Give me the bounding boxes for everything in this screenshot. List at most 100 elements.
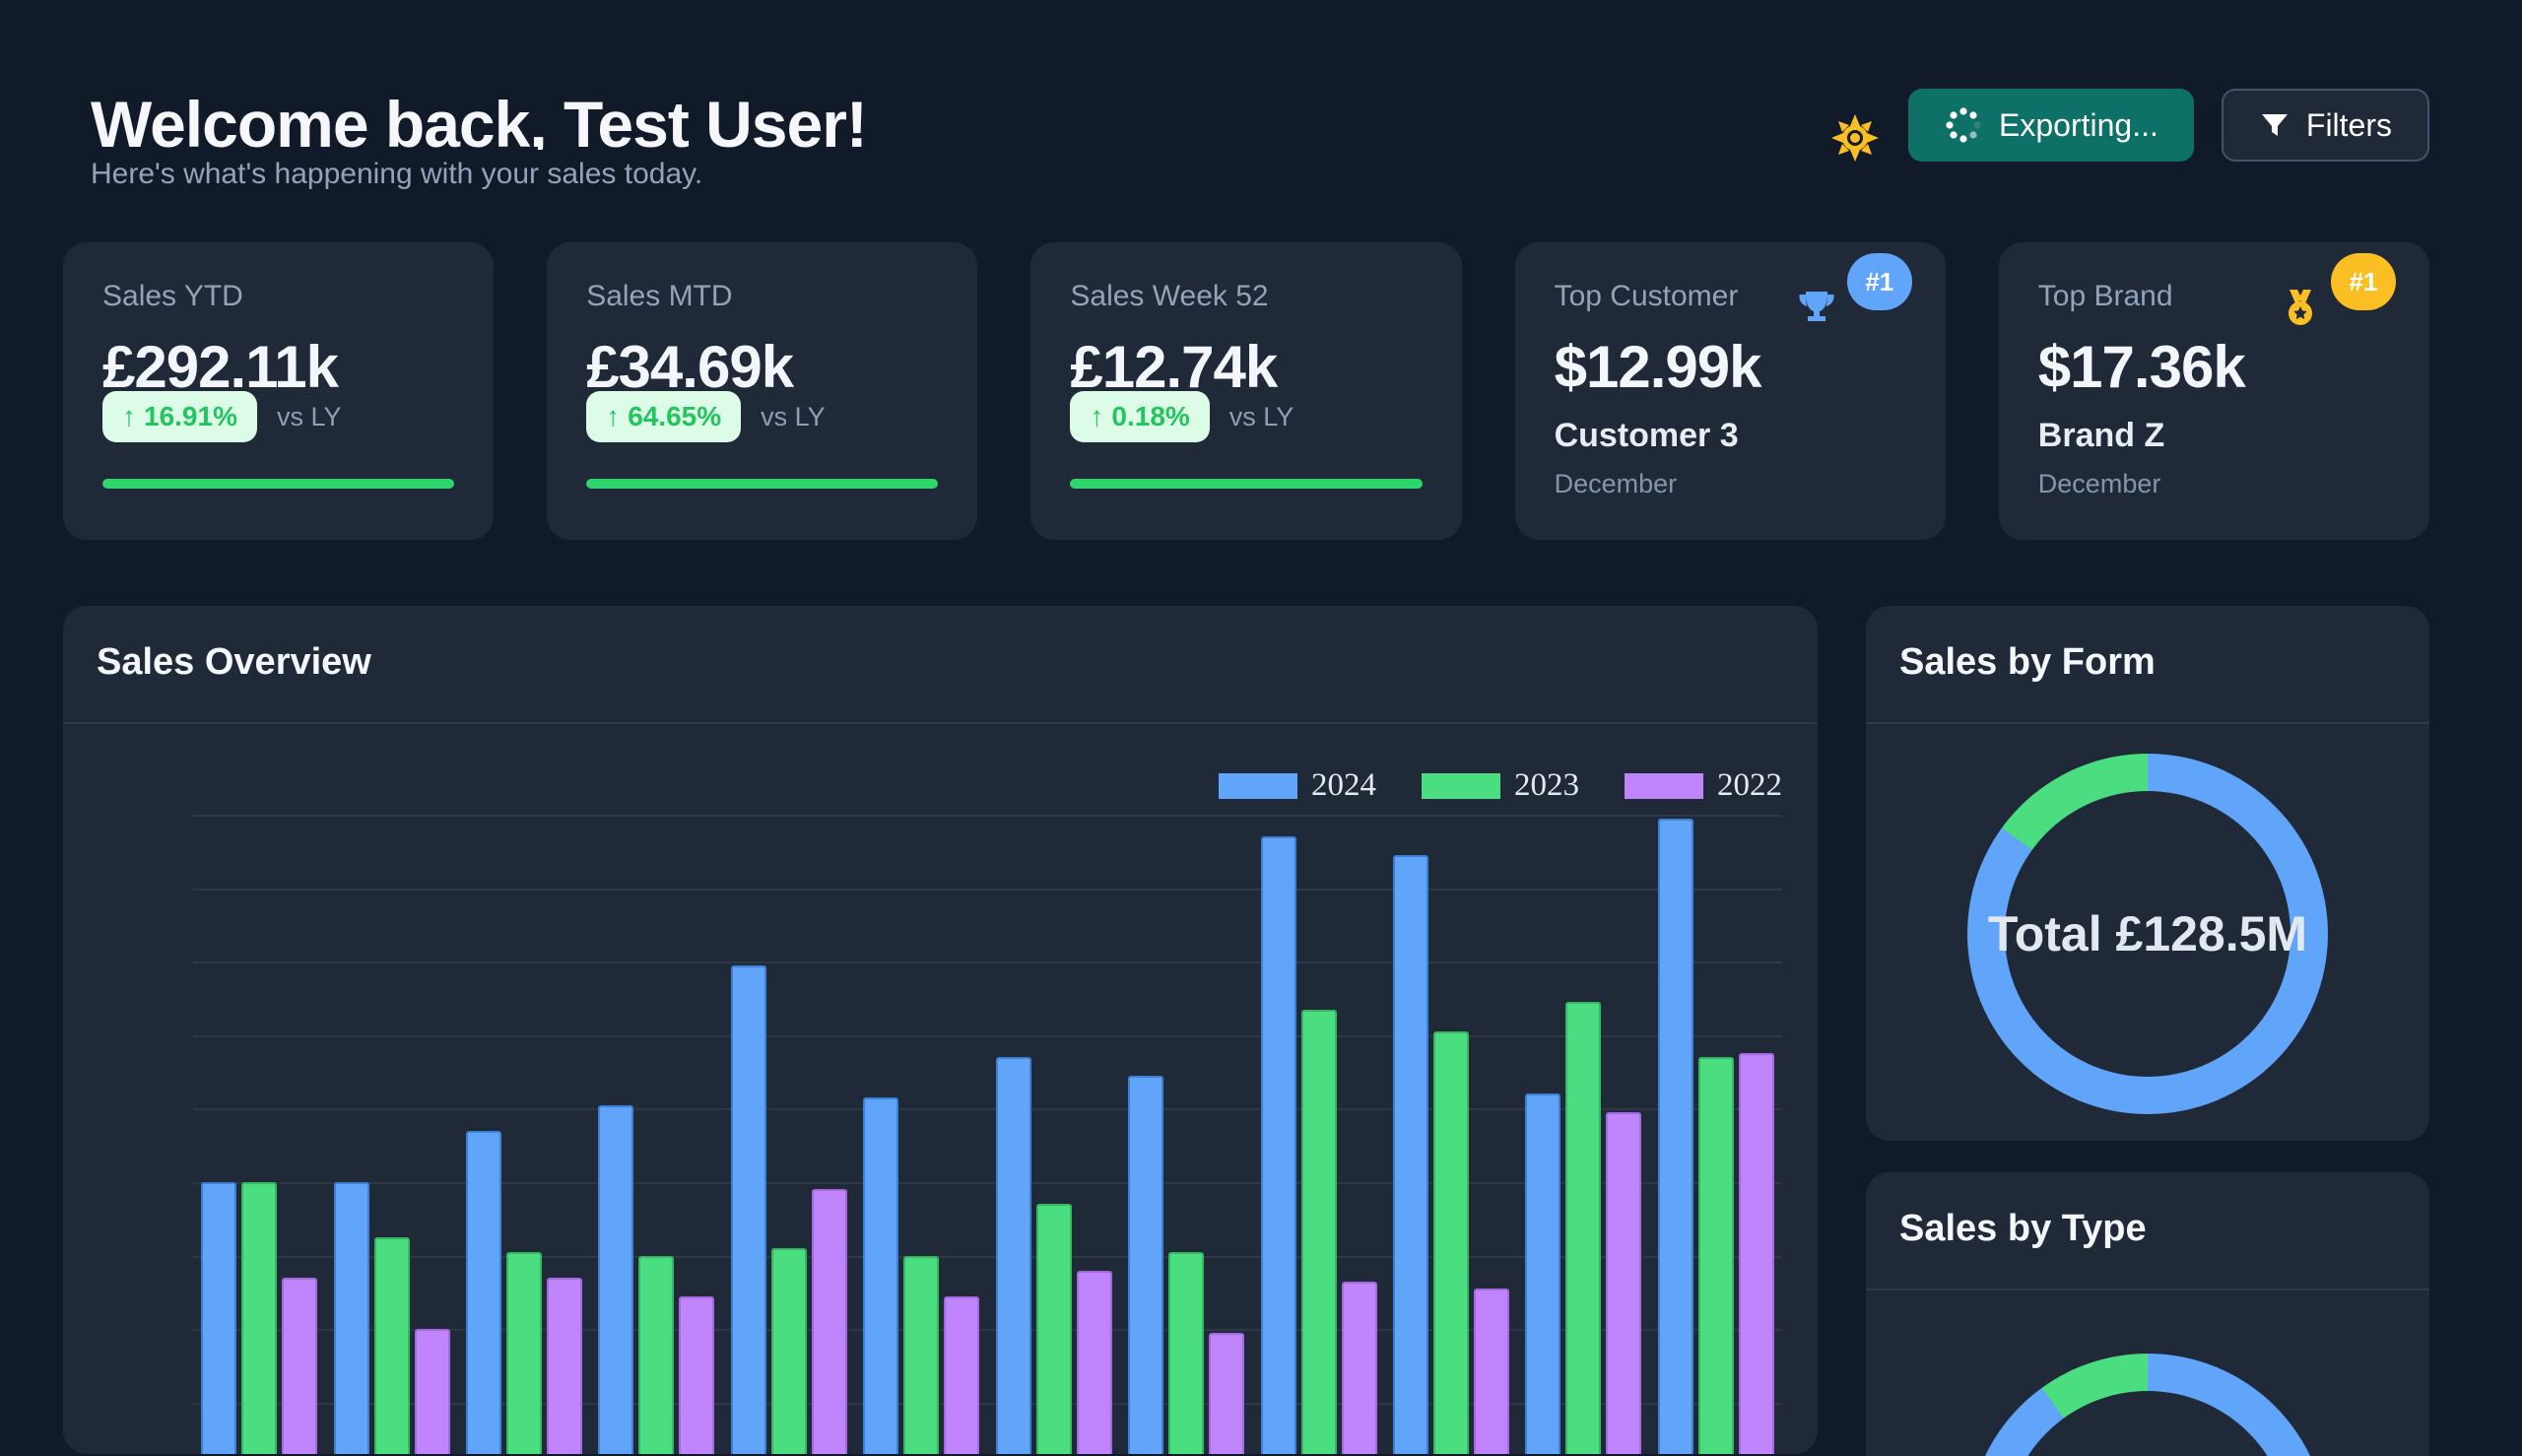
bar-2023-group7 <box>1036 1204 1072 1454</box>
vs-ly-label: vs LY <box>1229 402 1294 432</box>
rank-badge: #1 <box>2331 253 2396 310</box>
page-title: Welcome back, Test User! <box>91 87 867 150</box>
bar-2024-group8 <box>1128 1076 1163 1454</box>
bar-2024-group3 <box>466 1131 501 1454</box>
kpi-progress-bar <box>586 479 938 489</box>
kpi-label: Sales Week 52 <box>1070 280 1268 313</box>
filters-button[interactable]: Filters <box>2222 89 2429 162</box>
gridline <box>193 889 1782 891</box>
bar-2023-group11 <box>1565 1002 1601 1454</box>
arrow-up-icon: ↑ <box>122 401 136 432</box>
bar-2023-group9 <box>1301 1010 1337 1454</box>
header-controls: Exporting... Filters <box>1829 87 2429 164</box>
bar-2022-group2 <box>415 1329 450 1454</box>
kpi-card-top-brand: Top Brand #1 $17.36k Brand Z December <box>1999 242 2429 540</box>
right-column: Sales by Form Total £128.5M Sales by Typ… <box>1866 606 2429 1456</box>
trophy-icon <box>1794 286 1839 331</box>
bar-2024-group5 <box>731 965 766 1454</box>
divider <box>1866 722 2429 724</box>
sales-overview-chart: 202420232022 £18.0M£16.0M£14.0M£12.0M£10… <box>63 724 1818 1454</box>
kpi-row: Sales YTD £292.11k ↑ 16.91% vs LY Sales … <box>63 242 2429 540</box>
sales-by-type-title: Sales by Type <box>1899 1208 2394 1250</box>
vs-ly-label: vs LY <box>761 402 826 432</box>
kpi-label: Sales MTD <box>586 280 732 313</box>
kpi-progress-bar <box>1070 479 1422 489</box>
bar-2023-group3 <box>506 1252 542 1454</box>
bar-2022-group3 <box>547 1278 582 1454</box>
vs-ly-label: vs LY <box>277 402 342 432</box>
bar-2022-group1 <box>282 1278 317 1454</box>
change-badge: ↑ 64.65% <box>586 391 741 442</box>
bar-2022-group6 <box>944 1296 979 1454</box>
gridline <box>193 815 1782 817</box>
bar-2023-group10 <box>1433 1031 1469 1454</box>
page-header: Welcome back, Test User! Here's what's h… <box>63 87 2429 191</box>
page-subtitle: Here's what's happening with your sales … <box>91 158 867 191</box>
donut-total-label: Total £128.5M <box>1967 754 2328 1114</box>
bar-2023-group1 <box>241 1182 277 1454</box>
divider <box>1866 1289 2429 1291</box>
arrow-up-icon: ↑ <box>606 401 620 432</box>
kpi-card-sales-ytd: Sales YTD £292.11k ↑ 16.91% vs LY <box>63 242 494 540</box>
bar-2023-group5 <box>771 1248 807 1454</box>
bar-2022-group9 <box>1342 1282 1377 1454</box>
kpi-card-sales-week: Sales Week 52 £12.74k ↑ 0.18% vs LY <box>1030 242 1461 540</box>
change-value: 16.91% <box>144 401 237 432</box>
bar-2022-group7 <box>1077 1271 1112 1454</box>
kpi-label: Top Customer <box>1555 280 1739 313</box>
sales-by-form-donut: Total £128.5M <box>1967 754 2328 1114</box>
kpi-value: $17.36k <box>2038 333 2390 401</box>
change-value: 0.18% <box>1111 401 1189 432</box>
bar-2024-group4 <box>598 1105 633 1454</box>
main-content: Sales Overview 202420232022 £18.0M£16.0M… <box>63 606 2429 1456</box>
kpi-label: Sales YTD <box>102 280 243 313</box>
filters-button-label: Filters <box>2306 107 2392 144</box>
sales-by-form-title: Sales by Form <box>1899 641 2394 684</box>
kpi-label: Top Brand <box>2038 280 2173 313</box>
kpi-card-sales-mtd: Sales MTD £34.69k ↑ 64.65% vs LY <box>547 242 977 540</box>
bar-2023-group4 <box>638 1256 674 1454</box>
sales-overview-card: Sales Overview 202420232022 £18.0M£16.0M… <box>63 606 1818 1454</box>
bar-2023-group12 <box>1698 1057 1734 1454</box>
bar-2023-group6 <box>903 1256 939 1454</box>
bar-2022-group4 <box>679 1296 714 1454</box>
change-badge: ↑ 0.18% <box>1070 391 1209 442</box>
kpi-progress-bar <box>102 479 454 489</box>
rank-badge: #1 <box>1847 253 1912 310</box>
bar-2024-group1 <box>201 1182 236 1454</box>
bar-plot-area: £18.0M£16.0M£14.0M£12.0M£10.0M£8.0M£6.0M… <box>193 775 1782 1454</box>
bar-2024-group11 <box>1525 1093 1560 1454</box>
sales-by-type-card: Sales by Type <box>1866 1172 2429 1456</box>
bar-2024-group2 <box>334 1182 369 1454</box>
dashboard-page: Welcome back, Test User! Here's what's h… <box>0 0 2522 1456</box>
spinner-icon <box>1944 105 1983 145</box>
gridline <box>193 961 1782 963</box>
sales-overview-title: Sales Overview <box>97 641 1782 684</box>
filter-icon <box>2259 109 2290 141</box>
export-button[interactable]: Exporting... <box>1908 89 2194 162</box>
bar-2022-group5 <box>812 1189 847 1454</box>
kpi-value: $12.99k <box>1555 333 1906 401</box>
kpi-card-top-customer: Top Customer #1 $12.99k Customer 3 Decem… <box>1515 242 1946 540</box>
sales-by-form-card: Sales by Form Total £128.5M <box>1866 606 2429 1141</box>
bar-2024-group7 <box>996 1057 1031 1454</box>
bar-2023-group2 <box>374 1237 410 1454</box>
sales-by-type-donut <box>1967 1354 2328 1456</box>
medal-icon <box>2278 286 2323 331</box>
bar-2022-group10 <box>1474 1289 1509 1454</box>
bar-2022-group12 <box>1739 1053 1774 1454</box>
bar-2024-group9 <box>1261 836 1296 1454</box>
sun-icon[interactable] <box>1829 112 1881 164</box>
change-value: 64.65% <box>628 401 721 432</box>
page-title-clip: Welcome back, Test User! <box>91 87 867 150</box>
arrow-up-icon: ↑ <box>1090 401 1103 432</box>
bar-2024-group10 <box>1393 855 1428 1454</box>
bar-2024-group12 <box>1658 819 1693 1454</box>
kpi-period: December <box>2038 469 2390 499</box>
welcome-block: Welcome back, Test User! Here's what's h… <box>63 87 867 191</box>
kpi-period: December <box>1555 469 1906 499</box>
export-button-label: Exporting... <box>1999 107 2158 144</box>
bar-2022-group11 <box>1606 1112 1641 1454</box>
top-brand-name: Brand Z <box>2038 417 2390 455</box>
bar-2023-group8 <box>1168 1252 1204 1454</box>
